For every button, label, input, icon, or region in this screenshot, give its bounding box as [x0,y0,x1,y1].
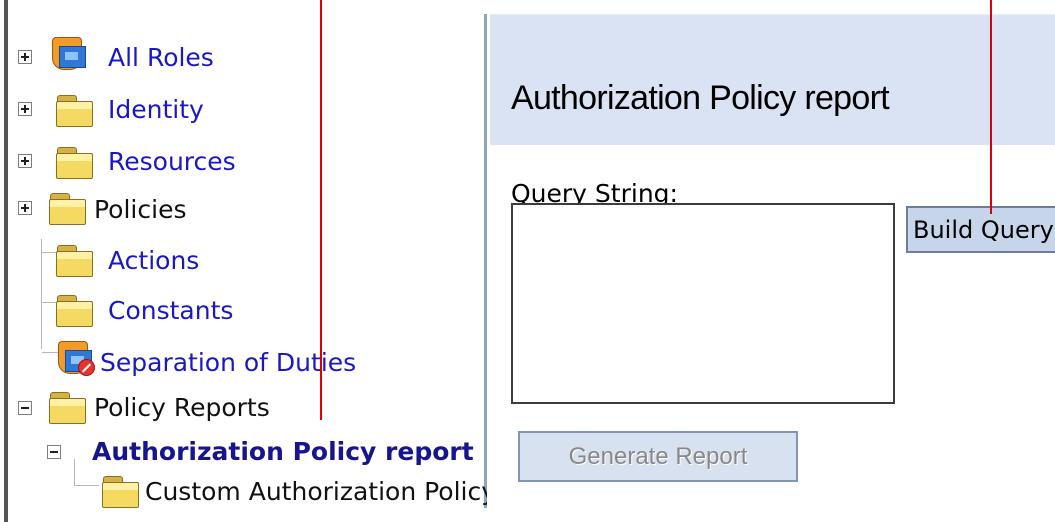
tree-item-label[interactable]: Policies [94,197,186,222]
folder-icon [47,387,87,425]
tree-item-actions[interactable]: Actions [8,238,408,282]
tree-item-label[interactable]: Custom Authorization Policy [145,479,496,504]
folder-icon [100,471,140,509]
report-pane: Authorization Policy report Query String… [487,14,1055,508]
tree-item-label[interactable]: Constants [108,298,233,323]
expand-plus-icon[interactable] [18,50,32,64]
tree-item-policies[interactable]: Policies [8,187,408,231]
folder-icon [54,90,94,128]
folder-icon [54,142,94,180]
tree-item-label[interactable]: Policy Reports [94,395,270,420]
page-title: Authorization Policy report [511,79,890,117]
build-query-button[interactable]: Build Query [906,206,1055,253]
tree-item-all-roles[interactable]: All Roles [8,36,408,80]
expand-plus-icon[interactable] [18,154,32,168]
tree-item-resources[interactable]: Resources [8,140,408,184]
tree-item-label[interactable]: Actions [108,248,199,273]
expand-plus-icon[interactable] [18,201,32,215]
collapse-minus-icon[interactable] [47,445,61,459]
navigation-tree: All Roles Identity Resources Policies Ac… [4,0,496,522]
roles-icon [48,36,88,74]
tree-item-identity[interactable]: Identity [8,88,408,132]
query-string-input[interactable] [511,203,895,404]
annotation-line-tree [320,0,322,420]
folder-icon [54,240,94,278]
tree-item-separation-of-duties[interactable]: Separation of Duties [8,340,438,384]
tree-item-label[interactable]: Resources [108,149,236,174]
generate-report-button[interactable]: Generate Report [518,431,798,482]
tree-item-label[interactable]: Identity [108,97,204,122]
tree-item-label[interactable]: Authorization Policy report [92,439,474,464]
tree-item-constants[interactable]: Constants [8,288,408,332]
tree-item-label[interactable]: Separation of Duties [100,350,356,375]
collapse-minus-icon[interactable] [18,401,32,415]
annotation-line-build-query [990,0,992,214]
expand-plus-icon[interactable] [18,102,32,116]
tree-item-label[interactable]: All Roles [108,45,214,70]
folder-icon [47,188,87,226]
tree-item-policy-reports[interactable]: Policy Reports [8,385,408,429]
tree-item-custom-authorization-policy[interactable]: Custom Authorization Policy [8,469,496,513]
separation-icon [54,340,95,378]
folder-icon [54,290,94,328]
tree-item-authorization-policy-report[interactable]: Authorization Policy report [8,429,474,473]
